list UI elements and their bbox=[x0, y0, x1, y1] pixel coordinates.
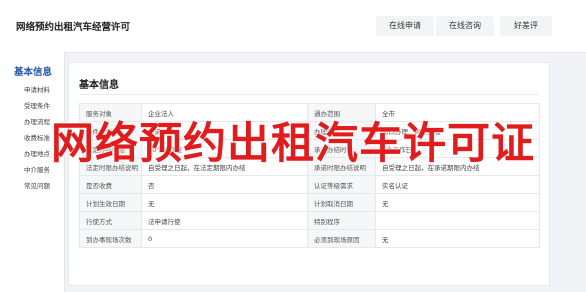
field-value: 无 bbox=[141, 193, 308, 212]
sidebar-item-agency[interactable]: 中介服务 bbox=[24, 164, 50, 174]
table-row: 服务对象 企业法人 通办范围 全市 bbox=[79, 103, 540, 122]
field-label: 是否收费 bbox=[79, 175, 142, 194]
app-title: 网络预约出租汽车经营许可 bbox=[16, 22, 131, 33]
field-value: 全市 bbox=[375, 103, 540, 122]
field-value: 否 bbox=[141, 175, 308, 194]
table-row: 行使方式 法申请行使 特别程序 bbox=[79, 211, 540, 230]
sidebar-item-materials[interactable]: 申请材料 bbox=[24, 84, 50, 94]
field-value: 自受理之日起，在承诺期限内办结 bbox=[375, 157, 540, 176]
field-label: 办理形式 bbox=[307, 121, 376, 140]
field-value: 窗口办理、网上办理 bbox=[375, 121, 540, 140]
field-label: 法定时限办结说明 bbox=[79, 157, 142, 176]
online-apply-tab[interactable]: 在线申请 bbox=[376, 16, 434, 36]
field-value: 企业法人 bbox=[141, 103, 308, 122]
sidebar: 基本信息 申请材料 受理条件 办理流程 收费标准 办理地点 中介服务 常见问题 bbox=[0, 52, 65, 292]
field-label: 认证等级需求 bbox=[307, 175, 376, 194]
field-value bbox=[375, 211, 540, 230]
field-label: 必须到现场原因 bbox=[307, 229, 376, 248]
table-row: 法定时限办结说明 自受理之日起，在法定期限内办结 承诺时限办结说明 自受理之日起… bbox=[79, 157, 540, 176]
sidebar-item-location[interactable]: 办理地点 bbox=[24, 148, 50, 158]
field-label: 服务对象 bbox=[79, 103, 142, 122]
sidebar-item-conditions[interactable]: 受理条件 bbox=[24, 100, 50, 110]
field-value: 自受理之日起，在法定期限内办结 bbox=[141, 157, 308, 176]
field-label: 特别程序 bbox=[307, 211, 376, 230]
field-value: 20个工作日 bbox=[141, 139, 308, 158]
field-label: 计划取消日期 bbox=[307, 193, 376, 212]
online-consult-tab[interactable]: 在线咨询 bbox=[436, 16, 494, 36]
sidebar-item-faq[interactable]: 常见问题 bbox=[24, 180, 50, 190]
field-value: 6个工作日 bbox=[375, 139, 540, 158]
field-value: 实名认证 bbox=[375, 175, 540, 194]
table-row: 法定办结时限 20个工作日 承诺办结时限 6个工作日 bbox=[79, 139, 540, 158]
field-label: 承诺时限办结说明 bbox=[307, 157, 376, 176]
sidebar-title[interactable]: 基本信息 bbox=[14, 64, 52, 78]
field-label: 计划生效日期 bbox=[79, 193, 142, 212]
field-value: 0 bbox=[141, 229, 308, 248]
field-label: 法定办结时限 bbox=[79, 139, 142, 158]
info-card: 基本信息 服务对象 企业法人 通办范围 全市 办件类型 承诺件 办理形式 窗口办… bbox=[68, 62, 550, 286]
sidebar-item-process[interactable]: 办理流程 bbox=[24, 116, 50, 126]
field-value: 无 bbox=[375, 193, 540, 212]
field-value: 无 bbox=[375, 229, 540, 248]
table-row: 是否收费 否 认证等级需求 实名认证 bbox=[79, 175, 540, 194]
section-title: 基本信息 bbox=[79, 80, 119, 91]
sidebar-item-fees[interactable]: 收费标准 bbox=[24, 132, 50, 142]
field-label: 到办事现场次数 bbox=[79, 229, 142, 248]
review-tab[interactable]: 好差评 bbox=[500, 16, 552, 36]
field-label: 通办范围 bbox=[307, 103, 376, 122]
field-label: 承诺办结时限 bbox=[307, 139, 376, 158]
table-row: 办件类型 承诺件 办理形式 窗口办理、网上办理 bbox=[79, 121, 540, 140]
top-header: 网络预约出租汽车经营许可 在线申请 在线咨询 好差评 bbox=[0, 0, 586, 53]
field-value: 法申请行使 bbox=[141, 211, 308, 230]
divider bbox=[79, 94, 539, 95]
table-row: 计划生效日期 无 计划取消日期 无 bbox=[79, 193, 540, 212]
field-value: 承诺件 bbox=[141, 121, 308, 140]
table-row: 到办事现场次数 0 必须到现场原因 无 bbox=[79, 229, 540, 248]
field-label: 行使方式 bbox=[79, 211, 142, 230]
field-label: 办件类型 bbox=[79, 121, 142, 140]
info-table: 服务对象 企业法人 通办范围 全市 办件类型 承诺件 办理形式 窗口办理、网上办… bbox=[79, 103, 540, 248]
